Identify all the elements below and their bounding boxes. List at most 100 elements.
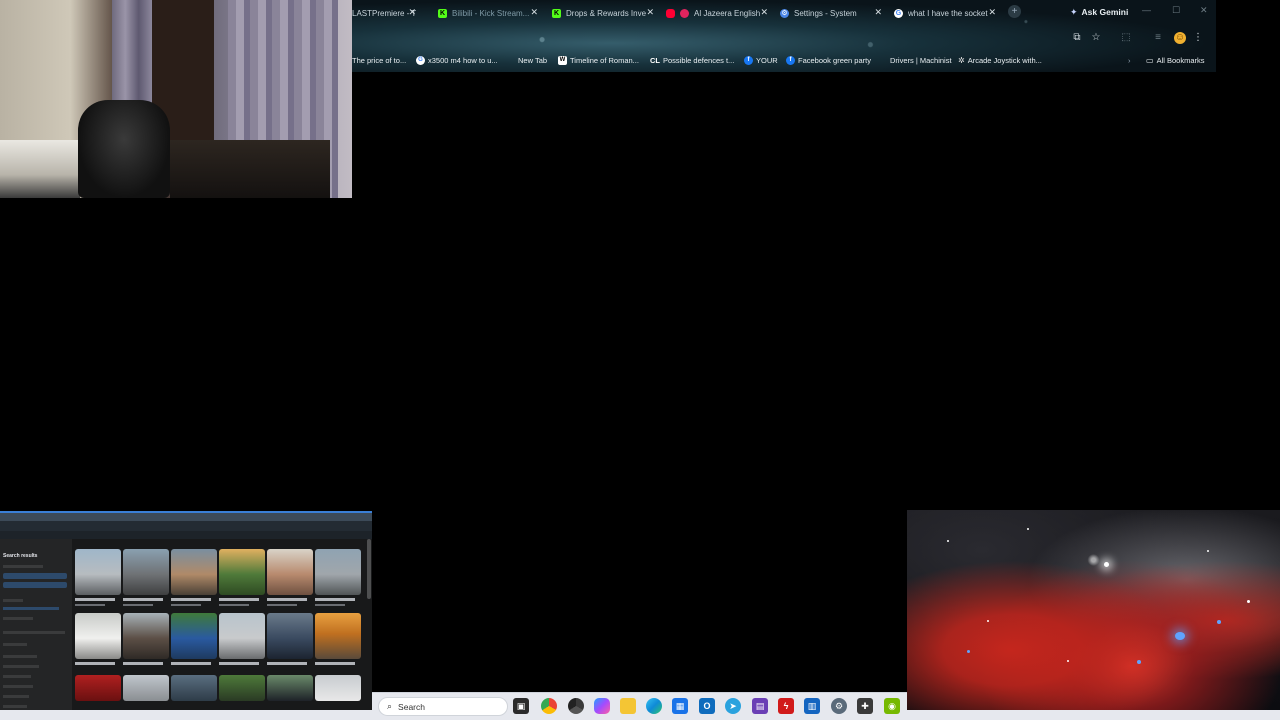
thumb-line [3,705,27,708]
close-icon[interactable]: ✕ [988,7,996,18]
close-icon[interactable]: ✕ [874,7,882,18]
cl-icon: CL [650,55,660,65]
settings-icon[interactable]: ⚙ [831,698,847,714]
bookmark-item[interactable]: CL Possible defences t... [650,54,734,66]
bookmark-label: YOUR [756,55,778,65]
bookmark-item[interactable]: W Timeline of Roman... [558,54,639,66]
star-cluster [1137,660,1141,664]
file-explorer-icon[interactable] [620,698,636,714]
browser-tab[interactable]: LASTPremiere - Tv... ✕ [352,2,416,24]
listing-price [75,662,115,665]
outlook-icon[interactable]: O [699,698,715,714]
chevron-more-icon[interactable]: › [1128,54,1131,66]
task-view-icon[interactable]: ▣ [513,698,529,714]
bookmark-label: Possible defences t... [663,55,735,65]
taskbar-search[interactable]: ⌕ Search [378,697,508,716]
thumb-line [3,631,65,634]
kick-icon: K [438,8,447,18]
thumb-bookmarks-bar [0,531,372,539]
close-window-icon[interactable]: ✕ [1200,5,1208,16]
close-icon[interactable]: ✕ [760,7,768,18]
bookmark-item[interactable]: G x3500 m4 how to u... [416,54,498,66]
browser-tab[interactable]: Al Jazeera English ✕ [666,2,768,24]
browser-toolbar: ⧉ ☆ ⬚ ≡ ☺ ⋮ [352,28,1216,48]
bookmark-item[interactable]: Drivers | Machinist [890,54,952,66]
bookmark-item[interactable]: f YOUR [744,54,778,66]
thumb-line [3,617,33,620]
listing-thumb [123,613,169,659]
star-cluster [967,650,970,653]
star [1104,562,1109,567]
thumb-address-bar [0,521,372,531]
bookmark-label: Arcade Joystick with... [967,55,1042,65]
google-icon: G [894,8,903,18]
listing-thumb [171,675,217,701]
reading-list-icon[interactable]: ≡ [1152,32,1164,44]
listing-thumb [123,675,169,701]
copilot-icon[interactable] [594,698,610,714]
cast-icon[interactable]: ⧉ [1071,32,1083,44]
tab-title: Settings - System [794,8,857,18]
flash-icon[interactable]: ϟ [778,698,794,714]
edge-icon[interactable] [646,698,662,714]
search-label: Search [398,701,425,712]
star [1247,600,1250,603]
thumb-button [3,573,67,579]
ask-gemini-button[interactable]: ✦ Ask Gemini [1064,4,1134,20]
browser-tab[interactable]: K Drops & Rewards Inve ✕ [552,2,654,24]
listing-thumb [315,675,361,701]
bookmark-item[interactable]: ✲ Arcade Joystick with... [958,54,1042,66]
all-bookmarks-button[interactable]: ▭ All Bookmarks [1146,54,1205,66]
store-icon[interactable]: ▦ [672,698,688,714]
close-icon[interactable]: ✕ [646,7,654,18]
listing-price [315,598,355,601]
desktop-stage: LASTPremiere - Tv... ✕ K Bilibili - Kick… [0,0,1280,720]
mini-tray-strip [907,710,1280,720]
app-icon[interactable]: ▥ [804,698,820,714]
extensions-icon[interactable]: ⬚ [1120,32,1132,44]
thumb-sidebar: Search results [0,539,72,710]
nvidia-icon[interactable]: ◉ [884,698,900,714]
controller-icon[interactable]: ✚ [857,698,873,714]
bookmark-star-icon[interactable]: ☆ [1090,32,1102,44]
listing-caption [315,604,345,606]
gear-icon: ⚙ [780,8,789,18]
youtube-icon [666,8,675,18]
bookmark-label: x3500 m4 how to u... [428,55,498,65]
listing-caption [267,604,297,606]
browser-tab[interactable]: ⚙ Settings - System ✕ [780,2,882,24]
chrome-icon[interactable] [541,698,557,714]
facebook-icon: f [786,55,795,65]
telegram-icon[interactable]: ➤ [725,698,741,714]
bookmark-item[interactable]: The price of to... [352,54,406,66]
thumb-line [3,643,27,646]
kick-icon: K [552,8,561,18]
webcam-clutter [0,140,80,198]
bookmark-item[interactable]: f Facebook green party [786,54,871,66]
bookmark-item[interactable]: New Tab [518,54,547,66]
close-icon[interactable]: ✕ [530,7,538,18]
app-icon[interactable]: ▤ [752,698,768,714]
listing-thumb [171,549,217,595]
browser-tab[interactable]: K Bilibili - Kick Stream... ✕ [438,2,538,24]
listing-thumb [123,549,169,595]
maximize-icon[interactable]: ☐ [1172,5,1180,16]
webcam-desk [170,140,330,198]
chrome-icon[interactable] [568,698,584,714]
facebook-icon: f [744,55,753,65]
new-tab-button[interactable]: + [1008,5,1021,18]
close-icon[interactable]: ✕ [408,7,416,18]
thumb-line [3,695,29,698]
minimize-icon[interactable]: — [1142,5,1151,15]
profile-avatar-icon[interactable]: ☺ [1174,32,1186,44]
listing-thumb [219,675,265,701]
listing-caption [219,604,249,606]
thumb-scrollbar [367,539,371,599]
star [1207,550,1209,552]
star-cluster [1217,620,1221,624]
menu-icon[interactable]: ⋮ [1192,32,1204,44]
thumb-line [3,565,43,568]
browser-tab[interactable]: G what I have the socket ✕ [894,2,996,24]
listing-price [171,662,211,665]
tab-strip: LASTPremiere - Tv... ✕ K Bilibili - Kick… [352,2,1052,24]
